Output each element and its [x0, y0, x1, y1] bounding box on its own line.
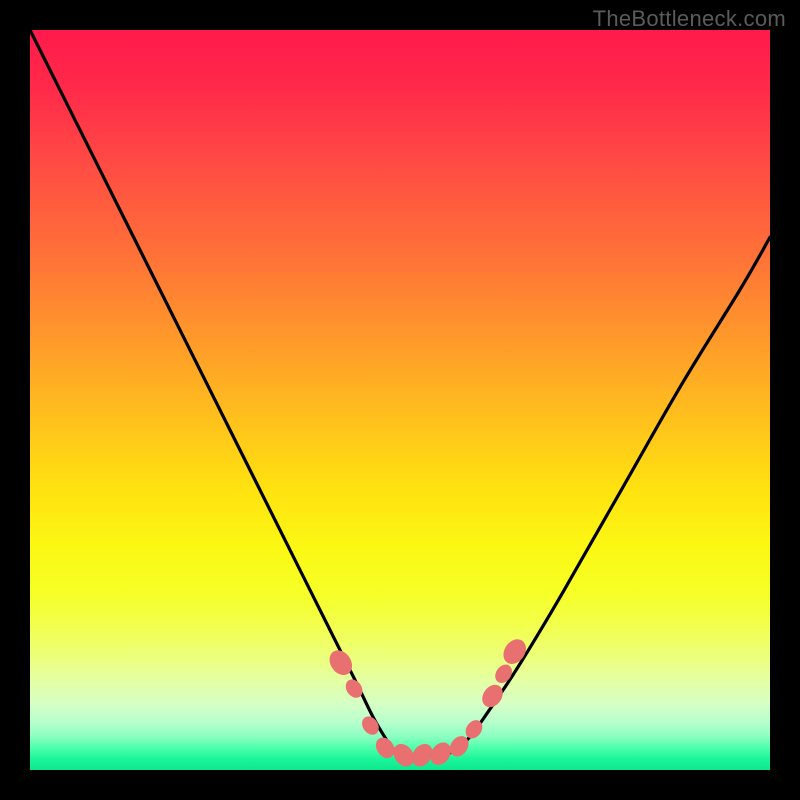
watermark-text: TheBottleneck.com — [593, 6, 786, 32]
curve-marker — [372, 734, 398, 762]
bottleneck-curve-path — [30, 30, 770, 758]
curve-marker — [478, 681, 507, 711]
plot-area — [30, 30, 770, 770]
chart-stage: TheBottleneck.com — [0, 0, 800, 800]
marker-group — [325, 635, 531, 770]
bottleneck-curve-svg — [30, 30, 770, 770]
